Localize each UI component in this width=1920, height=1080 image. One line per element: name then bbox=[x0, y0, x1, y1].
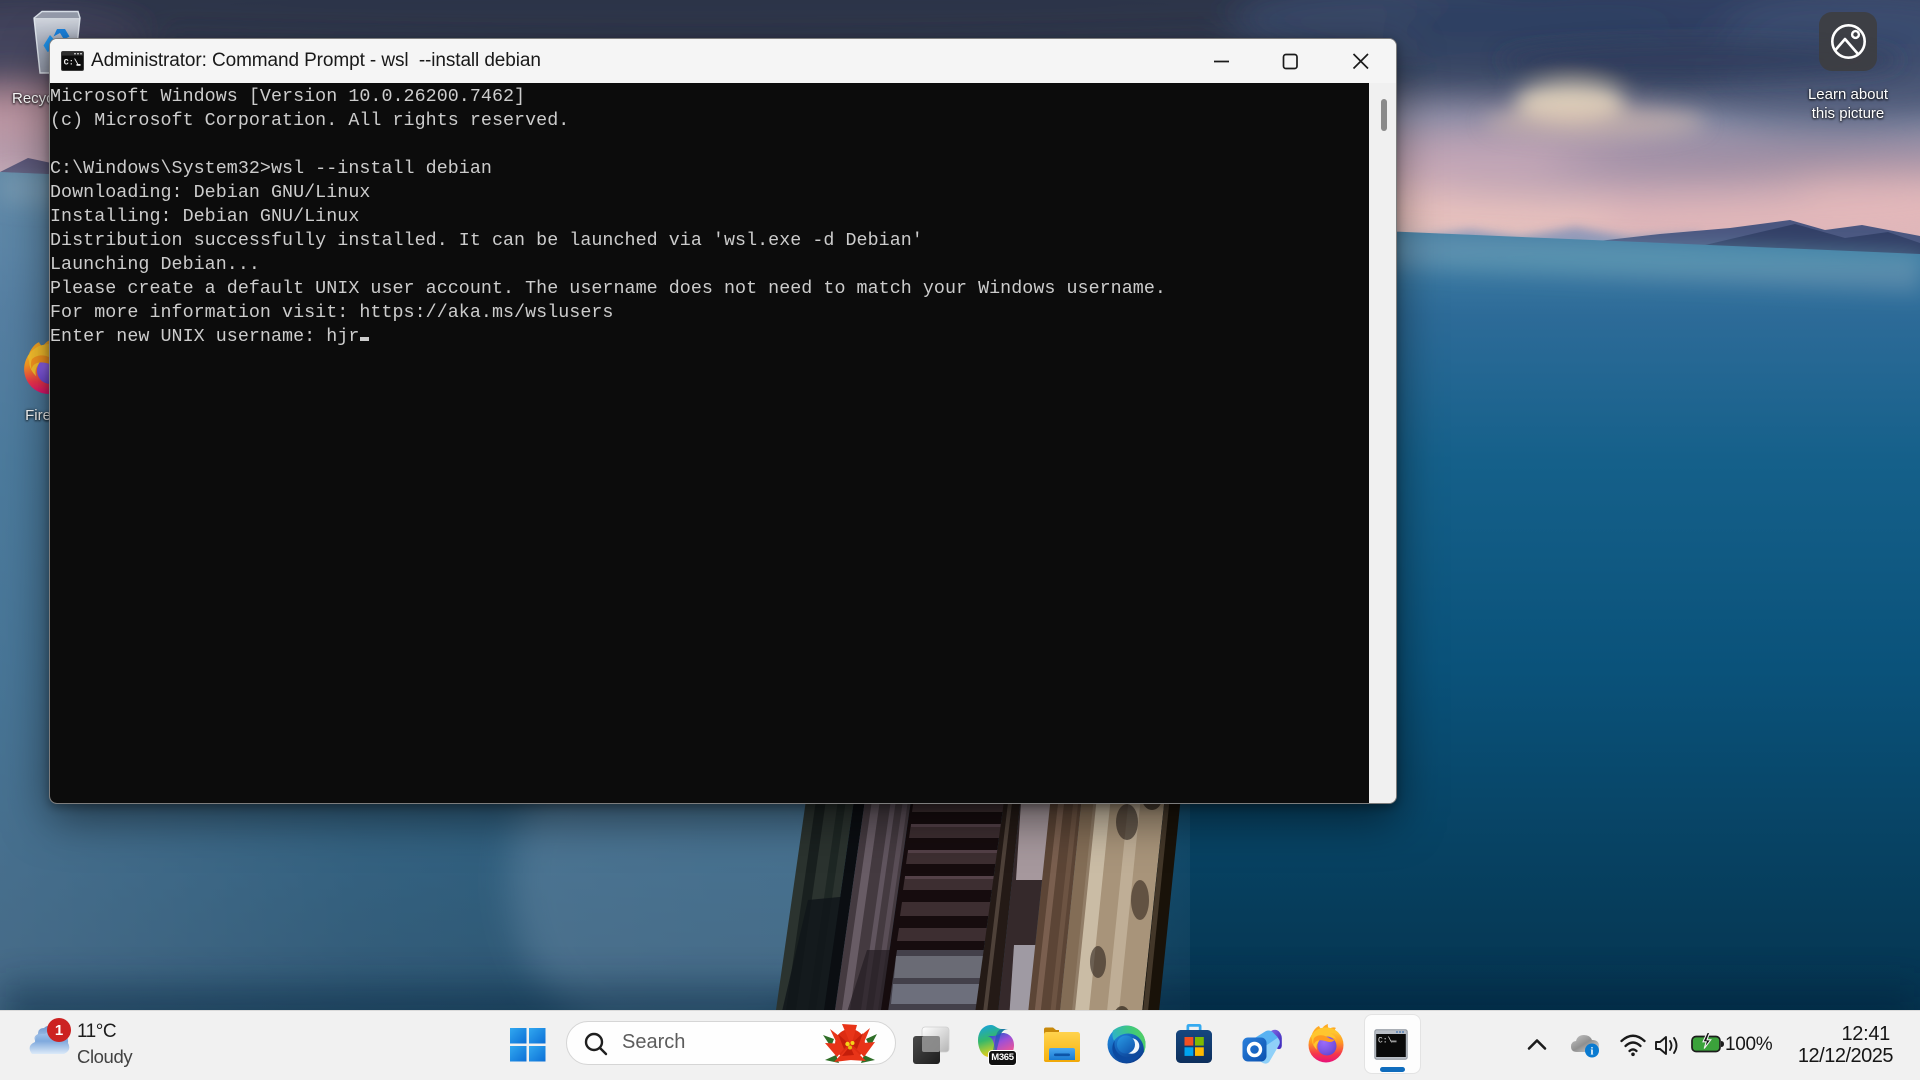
svg-text:C:\: C:\ bbox=[1378, 1037, 1393, 1046]
svg-text:i: i bbox=[1591, 1047, 1594, 1058]
svg-text:1: 1 bbox=[55, 1022, 63, 1039]
svg-text:C:\: C:\ bbox=[64, 58, 79, 68]
